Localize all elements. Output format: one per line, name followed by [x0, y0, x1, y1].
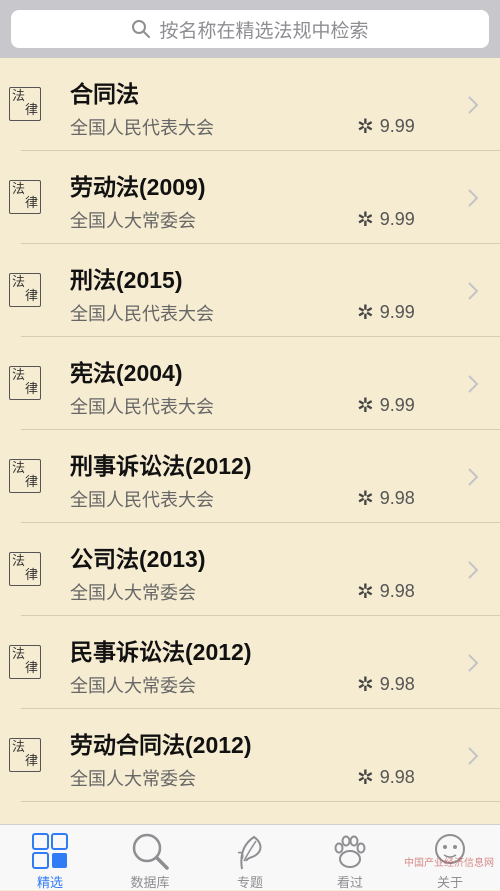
- rating-icon: ✲: [357, 116, 374, 138]
- rating-icon: ✲: [357, 488, 374, 510]
- law-rating: ✲ 9.99: [357, 302, 415, 324]
- law-rating: ✲ 9.98: [357, 488, 415, 510]
- law-issuer: 全国人大常委会: [70, 583, 196, 603]
- chevron-right-icon: [468, 747, 479, 765]
- rating-icon: ✲: [357, 674, 374, 696]
- law-seal-icon: 法律: [9, 180, 41, 214]
- law-rating: ✲ 9.99: [357, 209, 415, 231]
- rating-icon: ✲: [357, 767, 374, 789]
- law-list: 法律 合同法 全国人民代表大会 ✲ 9.99 法律 劳动法(2009) 全国人大常…: [0, 58, 500, 802]
- tab-featured[interactable]: 精选: [0, 825, 100, 890]
- chevron-right-icon: [468, 96, 479, 114]
- magnifier-icon: [132, 833, 169, 870]
- law-seal-icon: 法律: [9, 645, 41, 679]
- law-title: 公司法(2013): [70, 546, 206, 572]
- list-item[interactable]: 法律 合同法 全国人民代表大会 ✲ 9.99: [0, 58, 500, 151]
- leaf-icon: [237, 835, 262, 870]
- law-rating: ✲ 9.98: [357, 767, 415, 789]
- law-title: 刑事诉讼法(2012): [70, 453, 252, 479]
- law-seal-icon: 法律: [9, 366, 41, 400]
- search-bar-container: 按名称在精选法规中检索: [0, 0, 500, 58]
- law-title: 刑法(2015): [70, 267, 183, 293]
- chevron-right-icon: [468, 375, 479, 393]
- law-rating: ✲ 9.98: [357, 674, 415, 696]
- law-title: 劳动法(2009): [70, 174, 206, 200]
- law-title: 宪法(2004): [70, 360, 183, 386]
- search-input[interactable]: 按名称在精选法规中检索: [11, 10, 489, 48]
- law-issuer: 全国人民代表大会: [70, 397, 214, 417]
- tab-database[interactable]: 数据库: [100, 825, 200, 890]
- chevron-right-icon: [468, 468, 479, 486]
- rating-icon: ✲: [357, 581, 374, 603]
- tab-topics[interactable]: 专题: [200, 825, 300, 890]
- law-issuer: 全国人民代表大会: [70, 304, 214, 324]
- rating-icon: ✲: [357, 302, 374, 324]
- rating-icon: ✲: [357, 209, 374, 231]
- list-item[interactable]: 法律 公司法(2013) 全国人大常委会 ✲ 9.98: [0, 523, 500, 616]
- law-rating: ✲ 9.99: [357, 395, 415, 417]
- law-seal-icon: 法律: [9, 552, 41, 586]
- law-seal-icon: 法律: [9, 273, 41, 307]
- paw-icon: [334, 835, 366, 868]
- law-rating: ✲ 9.99: [357, 116, 415, 138]
- list-item[interactable]: 法律 宪法(2004) 全国人民代表大会 ✲ 9.99: [0, 337, 500, 430]
- law-title: 民事诉讼法(2012): [70, 639, 252, 665]
- rating-icon: ✲: [357, 395, 374, 417]
- watermark: 中国产业经济信息网: [404, 858, 494, 869]
- law-seal-icon: 法律: [9, 459, 41, 493]
- chevron-right-icon: [468, 654, 479, 672]
- tab-viewed[interactable]: 看过: [300, 825, 400, 890]
- chevron-right-icon: [468, 561, 479, 579]
- chevron-right-icon: [468, 189, 479, 207]
- law-issuer: 全国人大常委会: [70, 211, 196, 231]
- list-item[interactable]: 法律 刑事诉讼法(2012) 全国人民代表大会 ✲ 9.98: [0, 430, 500, 523]
- law-title: 劳动合同法(2012): [70, 732, 252, 758]
- search-icon: [132, 20, 151, 38]
- law-issuer: 全国人民代表大会: [70, 490, 214, 510]
- list-item[interactable]: 法律 刑法(2015) 全国人民代表大会 ✲ 9.99: [0, 244, 500, 337]
- law-seal-icon: 法律: [9, 738, 41, 772]
- law-seal-icon: 法律: [9, 87, 41, 121]
- list-item[interactable]: 法律 劳动合同法(2012) 全国人大常委会 ✲ 9.98: [0, 709, 500, 802]
- list-item[interactable]: 法律 劳动法(2009) 全国人大常委会 ✲ 9.99: [0, 151, 500, 244]
- list-item[interactable]: 法律 民事诉讼法(2012) 全国人大常委会 ✲ 9.98: [0, 616, 500, 709]
- law-issuer: 全国人民代表大会: [70, 118, 214, 138]
- law-issuer: 全国人大常委会: [70, 676, 196, 696]
- law-title: 合同法: [70, 81, 139, 107]
- law-rating: ✲ 9.98: [357, 581, 415, 603]
- law-issuer: 全国人大常委会: [70, 769, 196, 789]
- search-placeholder: 按名称在精选法规中检索: [159, 20, 369, 42]
- chevron-right-icon: [468, 282, 479, 300]
- grid-icon: [32, 833, 68, 869]
